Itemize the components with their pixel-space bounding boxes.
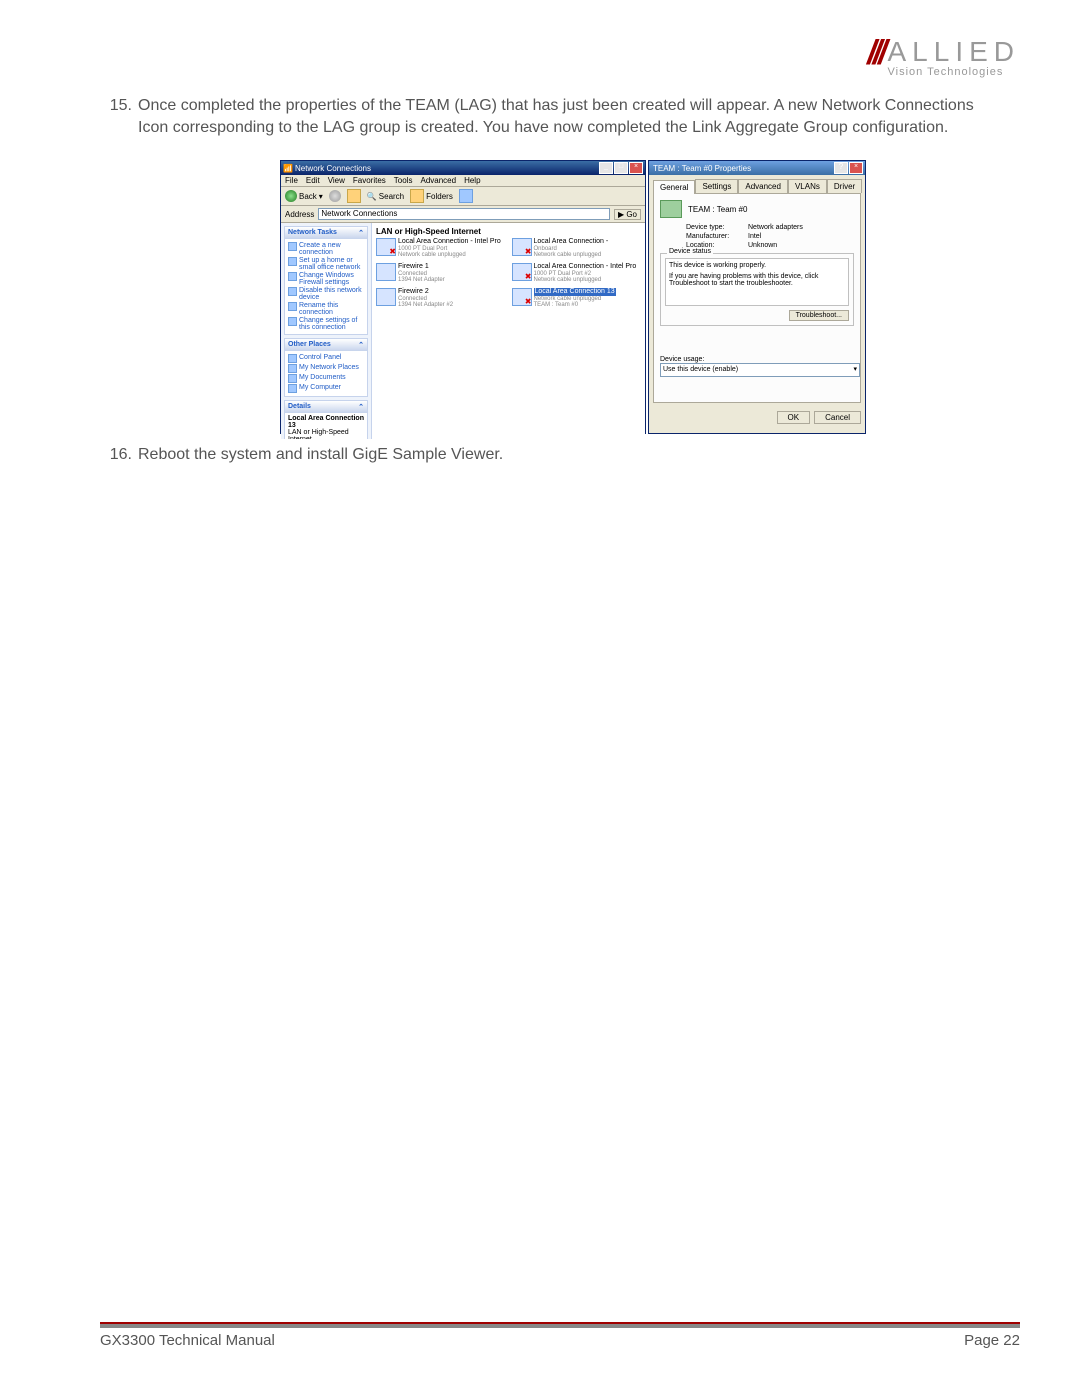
window-network-connections: 📶 Network Connections _ □ × File Edit Vi… xyxy=(280,160,646,434)
details-line: LAN or High-Speed Internet xyxy=(288,429,364,439)
go-button[interactable]: ▶ Go xyxy=(614,209,641,220)
task-item[interactable]: Change Windows Firewall settings xyxy=(288,272,364,286)
other-item[interactable]: My Network Places xyxy=(288,364,364,373)
step-16: 16. Reboot the system and install GigE S… xyxy=(100,444,980,466)
views-icon[interactable] xyxy=(459,189,473,203)
connection-item-selected[interactable]: Local Area Connection 13Network cable un… xyxy=(512,288,642,309)
details-name: Local Area Connection 13 xyxy=(288,415,364,429)
connection-item[interactable]: Firewire 2Connected1394 Net Adapter #2 xyxy=(376,288,506,309)
titlebar: 📶 Network Connections _ □ × xyxy=(281,161,645,175)
kv-val: Network adapters xyxy=(748,224,803,231)
close-button[interactable]: × xyxy=(629,162,643,174)
cancel-button[interactable]: Cancel xyxy=(814,411,861,424)
step-15: 15. Once completed the properties of the… xyxy=(100,95,980,138)
nic-icon xyxy=(376,288,396,306)
side-pane: Network Tasks⌃ Create a new connection S… xyxy=(281,223,372,439)
page-footer: GX3300 Technical Manual Page 22 xyxy=(100,1322,1020,1349)
menu-file[interactable]: File xyxy=(285,176,298,185)
folders-button[interactable]: Folders xyxy=(410,189,453,203)
troubleshoot-button[interactable]: Troubleshoot... xyxy=(789,310,849,321)
tab-settings[interactable]: Settings xyxy=(695,179,738,193)
kv-val: Unknown xyxy=(748,242,777,249)
footer-title: GX3300 Technical Manual xyxy=(100,1332,275,1349)
close-button[interactable]: × xyxy=(849,162,863,174)
brand-subtitle: Vision Technologies xyxy=(888,66,1021,78)
toolbar: Back ▾ 🔍Search Folders xyxy=(281,187,645,206)
kv-val: Intel xyxy=(748,233,761,240)
menubar: File Edit View Favorites Tools Advanced … xyxy=(281,175,645,187)
nic-icon xyxy=(512,263,532,281)
brand-name: ALLIED xyxy=(888,38,1021,66)
task-item[interactable]: Set up a home or small office network xyxy=(288,257,364,271)
other-item[interactable]: My Computer xyxy=(288,384,364,393)
brand-slashes-icon: /// xyxy=(867,38,883,68)
group-label: Device status xyxy=(667,248,713,255)
category-header: LAN or High-Speed Internet xyxy=(376,225,641,238)
connection-item[interactable]: Local Area Connection -OnboardNetwork ca… xyxy=(512,238,642,259)
address-label: Address xyxy=(285,210,314,219)
ok-button[interactable]: OK xyxy=(777,411,811,424)
minimize-button[interactable]: _ xyxy=(599,162,613,174)
kv-key: Manufacturer: xyxy=(686,233,742,240)
menu-tools[interactable]: Tools xyxy=(394,176,413,185)
back-button[interactable]: Back ▾ xyxy=(285,190,323,202)
help-button[interactable]: ? xyxy=(834,162,848,174)
kv-key: Device type: xyxy=(686,224,742,231)
brand-logo: /// ALLIED Vision Technologies xyxy=(867,38,1020,78)
other-places-header[interactable]: Other Places⌃ xyxy=(285,339,367,351)
step-number: 16. xyxy=(100,444,138,466)
menu-favorites[interactable]: Favorites xyxy=(353,176,386,185)
address-input[interactable]: Network Connections xyxy=(318,208,610,220)
step-number: 15. xyxy=(100,95,138,138)
tab-advanced[interactable]: Advanced xyxy=(738,179,788,193)
nic-icon xyxy=(512,288,532,306)
device-name: TEAM : Team #0 xyxy=(688,205,747,214)
task-item[interactable]: Create a new connection xyxy=(288,242,364,256)
connection-item[interactable]: Local Area Connection - Intel Pro1000 PT… xyxy=(376,238,506,259)
menu-help[interactable]: Help xyxy=(464,176,480,185)
screenshot-pair: 📶 Network Connections _ □ × File Edit Vi… xyxy=(280,160,980,434)
connection-item[interactable]: Firewire 1Connected1394 Net Adapter xyxy=(376,263,506,284)
forward-button[interactable] xyxy=(329,190,341,202)
step-text: Reboot the system and install GigE Sampl… xyxy=(138,444,980,466)
connection-item[interactable]: Local Area Connection - Intel Pro1000 PT… xyxy=(512,263,642,284)
tab-vlans[interactable]: VLANs xyxy=(788,179,827,193)
window-team-properties: TEAM : Team #0 Properties ? × General Se… xyxy=(648,160,866,434)
details-header[interactable]: Details⌃ xyxy=(285,401,367,413)
window-title: TEAM : Team #0 Properties xyxy=(651,164,834,173)
menu-view[interactable]: View xyxy=(328,176,345,185)
task-item[interactable]: Disable this network device xyxy=(288,287,364,301)
search-button[interactable]: 🔍Search xyxy=(367,192,404,201)
nic-icon xyxy=(376,263,396,281)
folder-icon: 📶 xyxy=(283,164,293,173)
menu-edit[interactable]: Edit xyxy=(306,176,320,185)
other-item[interactable]: My Documents xyxy=(288,374,364,383)
tab-panel-general: TEAM : Team #0 Device type: Network adapt… xyxy=(653,193,861,403)
device-usage-label: Device usage: xyxy=(660,356,854,363)
nic-icon xyxy=(376,238,396,256)
tasks-header[interactable]: Network Tasks⌃ xyxy=(285,227,367,239)
tab-strip: General Settings Advanced VLANs Driver xyxy=(649,175,865,193)
other-item[interactable]: Control Panel xyxy=(288,354,364,363)
footer-page: Page 22 xyxy=(964,1332,1020,1349)
chevron-down-icon: ▾ xyxy=(853,364,857,376)
device-usage-select[interactable]: Use this device (enable)▾ xyxy=(660,363,860,377)
step-text: Once completed the properties of the TEA… xyxy=(138,95,980,138)
menu-advanced[interactable]: Advanced xyxy=(420,176,456,185)
maximize-button[interactable]: □ xyxy=(614,162,628,174)
connection-list: LAN or High-Speed Internet Local Area Co… xyxy=(372,223,645,439)
adapter-icon xyxy=(660,200,682,218)
address-bar: Address Network Connections ▶ Go xyxy=(281,206,645,223)
tab-driver[interactable]: Driver xyxy=(827,179,862,193)
up-icon[interactable] xyxy=(347,189,361,203)
task-item[interactable]: Rename this connection xyxy=(288,302,364,316)
nic-icon xyxy=(512,238,532,256)
task-item[interactable]: Change settings of this connection xyxy=(288,317,364,331)
titlebar: TEAM : Team #0 Properties ? × xyxy=(649,161,865,175)
status-textarea: This device is working properly. If you … xyxy=(665,258,849,306)
tab-general[interactable]: General xyxy=(653,180,695,194)
window-title: Network Connections xyxy=(293,164,599,173)
